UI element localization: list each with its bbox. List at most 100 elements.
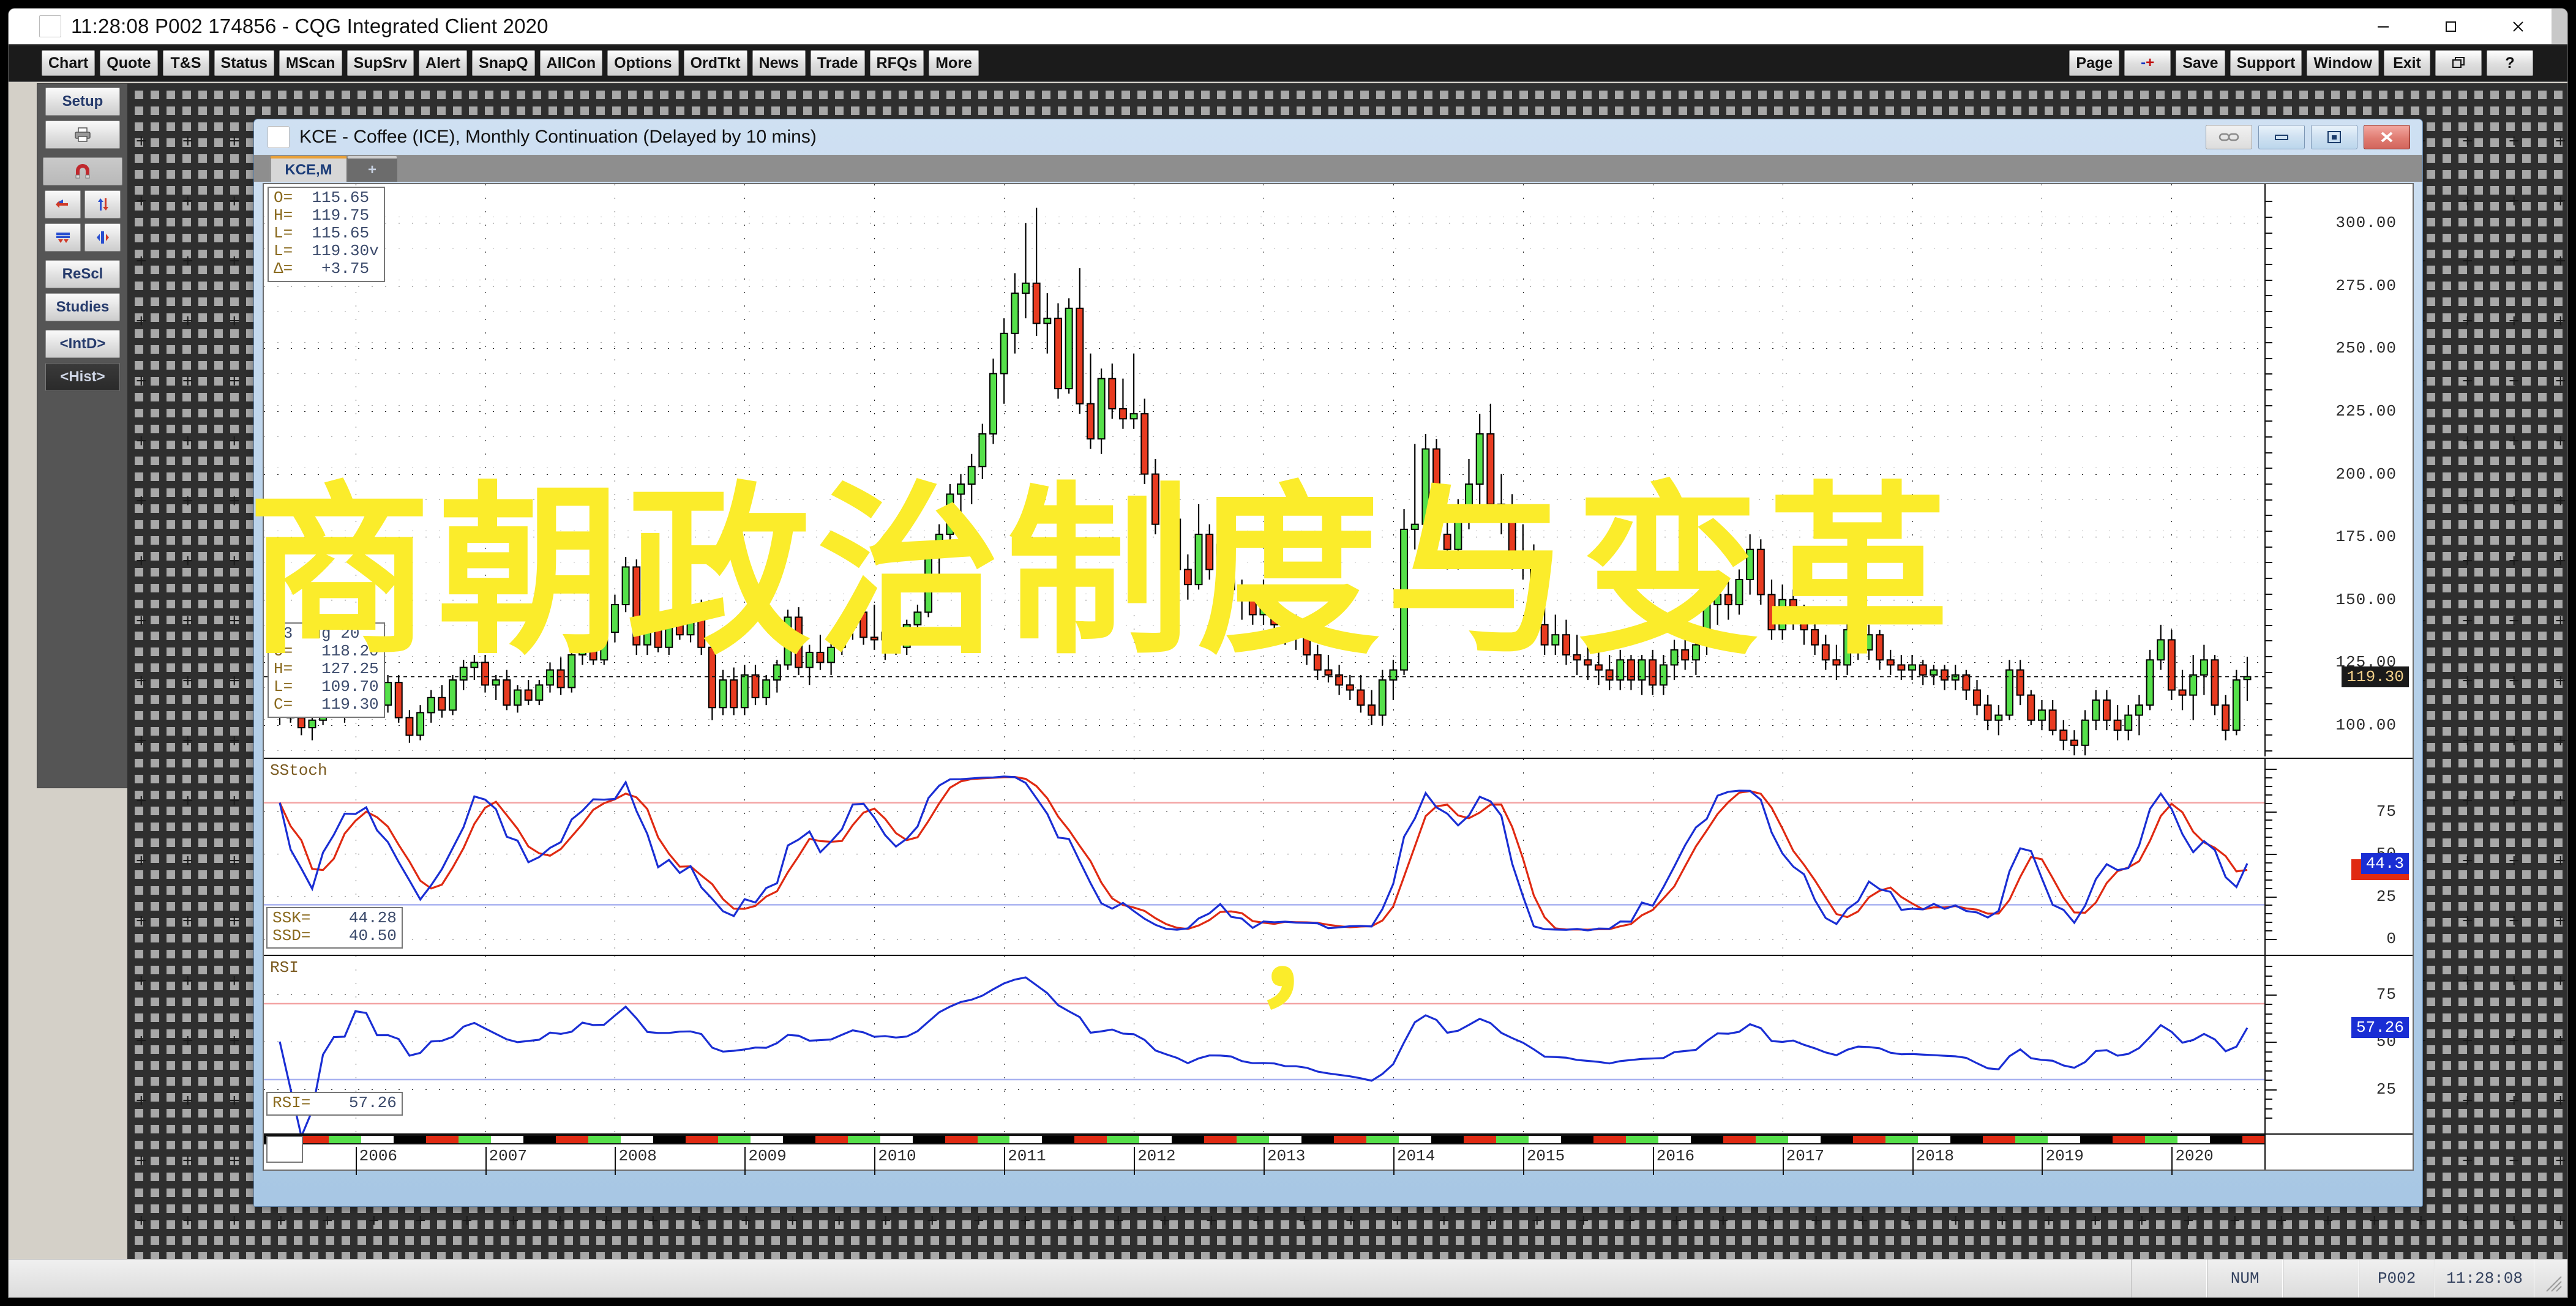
price-y-axis[interactable]: 300.00 275.00 250.00 225.00 200.00 175.00 150.…: [2264, 184, 2413, 756]
grid-plus-mark: +: [182, 551, 193, 571]
price-tick-label: 275.00: [2335, 276, 2397, 295]
toolbar-button-supsrv[interactable]: SupSrv: [346, 50, 414, 76]
toolbar-left-group: Chart Quote T&S Status MScan SupSrv Alert SnapQ…: [9, 50, 979, 76]
status-cell-blank2: [2283, 1259, 2359, 1297]
grid-plus-mark: +: [2136, 1211, 2147, 1231]
toolbar-button-save[interactable]: Save: [2176, 50, 2225, 76]
toolbar-button-options[interactable]: Options: [607, 50, 679, 76]
sidebar-button-hist[interactable]: <Hist>: [45, 363, 120, 391]
price-axis-tick: [2266, 263, 2272, 265]
year-tick-label: 2015: [1522, 1147, 1565, 1175]
toolbar-button-trade[interactable]: Trade: [810, 50, 865, 76]
sidebar-button-rescl[interactable]: ReScl: [45, 260, 120, 288]
grid-plus-mark: +: [136, 431, 147, 451]
grid-plus-mark: +: [182, 371, 193, 391]
price-axis-tick: [2266, 310, 2272, 312]
minimize-icon[interactable]: [2258, 125, 2305, 149]
maximize-icon[interactable]: [2417, 9, 2484, 44]
toolbar-button-allcon[interactable]: AllCon: [539, 50, 603, 76]
window-title: 11:28:08 P002 174856 - CQG Integrated Cl…: [71, 15, 549, 37]
toolbar-button-status[interactable]: Status: [214, 50, 274, 76]
rsi-label: RSI: [270, 958, 299, 977]
time-axis[interactable]: 2006 2007 2008 2009 2010 2011 2012 2013 2014 2015…: [264, 1133, 2413, 1175]
grid-plus-mark: +: [1392, 1211, 1403, 1231]
tab-add-new[interactable]: +: [347, 156, 397, 182]
arrow-updown-icon[interactable]: [84, 190, 121, 218]
arrow-collapse-icon[interactable]: [45, 223, 81, 252]
year-bar-segment: [1496, 1136, 1529, 1143]
stochastic-pane: SStoch SSK= 44.28 SSD= 40.50 7550250 44.…: [264, 758, 2413, 955]
toolbar-button-chart[interactable]: Chart: [42, 50, 95, 76]
grid-plus-mark: +: [2555, 251, 2566, 271]
toolbar-button-page[interactable]: Page: [2069, 50, 2120, 76]
sidebar-button-intd[interactable]: <IntD>: [45, 330, 120, 358]
cqg-logo-icon: [39, 15, 61, 37]
question-mark-icon[interactable]: ?: [2487, 50, 2533, 76]
status-page-indicator: P002: [2359, 1259, 2435, 1297]
toolbar-button-snapq[interactable]: SnapQ: [472, 50, 535, 76]
grid-plus-mark: +: [136, 251, 147, 271]
close-icon[interactable]: [2364, 125, 2410, 149]
toolbar-button-quote[interactable]: Quote: [100, 50, 158, 76]
toolbar-button-plusminus[interactable]: - +: [2124, 50, 2171, 76]
grid-plus-mark: +: [555, 1211, 566, 1231]
price-axis-tick: [2266, 405, 2272, 406]
year-bar-segment: [1852, 1136, 1885, 1143]
grid-plus-mark: +: [1532, 1211, 1543, 1231]
close-icon[interactable]: [2484, 9, 2552, 44]
year-bar-segment: [1950, 1136, 1983, 1143]
link-chain-icon[interactable]: [2206, 125, 2252, 149]
magnet-icon[interactable]: [43, 157, 122, 185]
indicator-axis-tick: [2266, 930, 2272, 932]
resize-grip-icon[interactable]: [2534, 1259, 2567, 1297]
maximize-icon[interactable]: [2311, 125, 2357, 149]
toolbar-button-rfqs[interactable]: RFQs: [869, 50, 924, 76]
grid-plus-mark: +: [182, 611, 193, 631]
toolbar-button-support[interactable]: Support: [2230, 50, 2302, 76]
arrow-left-icon[interactable]: [45, 190, 81, 218]
toolbar-button-alert[interactable]: Alert: [419, 50, 468, 76]
grid-plus-mark: +: [2462, 311, 2473, 331]
grid-plus-mark: +: [2555, 731, 2566, 751]
toolbar-button-mscan[interactable]: MScan: [279, 50, 342, 76]
sidebar-button-setup[interactable]: Setup: [45, 88, 120, 116]
grid-plus-mark: +: [182, 1151, 193, 1171]
rsi-y-axis[interactable]: 75 50 25 57.26: [2264, 956, 2413, 1133]
minimize-icon[interactable]: [2349, 9, 2417, 44]
indicator-axis-tick: [2266, 1089, 2277, 1091]
toolbar-button-more[interactable]: More: [929, 50, 979, 76]
grid-plus-mark: +: [229, 491, 240, 511]
grid-plus-mark: +: [1439, 1211, 1450, 1231]
status-time: 11:28:08: [2435, 1259, 2534, 1297]
year-tick-label: 2016: [1652, 1147, 1694, 1175]
indicator-axis-tick: [2266, 845, 2272, 847]
printer-icon[interactable]: [45, 121, 120, 149]
stochastic-y-axis[interactable]: 7550250 44.3: [2264, 759, 2413, 955]
toolbar-button-exit[interactable]: Exit: [2384, 50, 2430, 76]
price-tick-label: 175.00: [2335, 528, 2397, 547]
indicator-axis-tick: [2266, 802, 2272, 804]
toolbar-button-news[interactable]: News: [752, 50, 806, 76]
price-axis-tick: [2266, 420, 2272, 422]
tab-kce-m[interactable]: KCE,M: [270, 156, 347, 182]
year-bar-segment: [782, 1136, 815, 1143]
grid-plus-mark: +: [229, 911, 240, 931]
grid-plus-mark: +: [229, 431, 240, 451]
grid-plus-mark: +: [2509, 671, 2520, 691]
toolbar-button-window[interactable]: Window: [2307, 50, 2379, 76]
toolbar-button-t-s[interactable]: T&S: [162, 50, 209, 76]
year-bar-segment: [490, 1136, 523, 1143]
grid-plus-mark: +: [229, 551, 240, 571]
indicator-axis-tick: [2266, 854, 2277, 855]
indicator-axis-tick: [2266, 939, 2277, 940]
grid-plus-mark: +: [2462, 1151, 2473, 1171]
arrow-split-icon[interactable]: [84, 223, 121, 252]
restore-window-icon[interactable]: [2435, 50, 2482, 76]
year-bar-segment: [1269, 1136, 1302, 1143]
price-axis-tick: [2266, 656, 2272, 658]
sidebar-button-studies[interactable]: Studies: [45, 293, 120, 321]
window-controls: [2349, 9, 2567, 44]
grid-plus-mark: +: [136, 1091, 147, 1111]
main-toolbar: Chart Quote T&S Status MScan SupSrv Alert SnapQ…: [9, 44, 2567, 82]
toolbar-button-ordtkt[interactable]: OrdTkt: [683, 50, 747, 76]
